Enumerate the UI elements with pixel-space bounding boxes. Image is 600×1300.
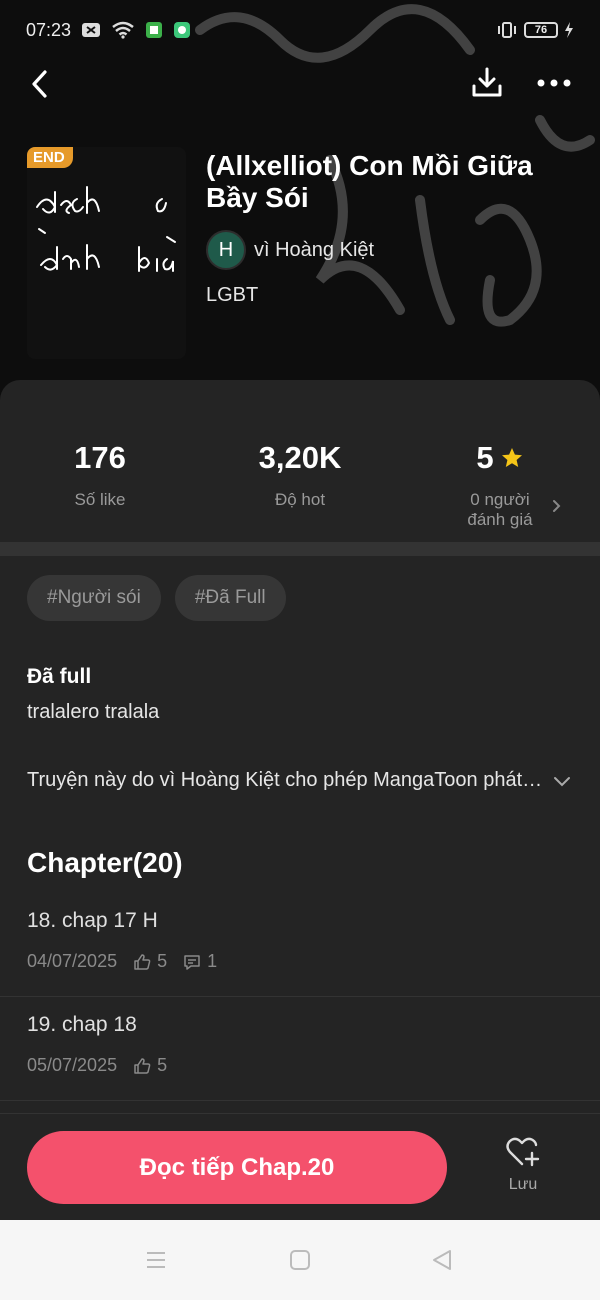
chapter-likes: 5: [157, 951, 168, 971]
tag-list: #Người sói #Đã Full: [27, 575, 286, 621]
chapter-heading: Chapter(20): [27, 847, 183, 878]
status-time: 07:23: [26, 19, 72, 40]
download-icon: [472, 67, 502, 97]
top-navigation: [0, 60, 600, 110]
continue-reading-button[interactable]: Đọc tiếp Chap.20: [27, 1131, 447, 1204]
vibrate-icon: [496, 21, 518, 39]
likes-label: Số like: [74, 490, 126, 509]
more-options-button[interactable]: [534, 64, 574, 102]
section-divider: [0, 542, 600, 556]
chevron-left-icon: [32, 70, 47, 98]
author-row[interactable]: H vì Hoàng Kiệt: [206, 230, 374, 270]
chapter-item[interactable]: 18. chap 17 H 04/07/2025 5 1: [0, 893, 600, 997]
battery-icon: 76: [524, 22, 558, 38]
back-triangle-icon[interactable]: [430, 1248, 454, 1272]
hot-label: Độ hot: [274, 490, 326, 509]
chapter-date: 04/07/2025: [27, 951, 118, 971]
chapter-item[interactable]: 19. chap 18 05/07/2025 5: [0, 997, 600, 1101]
book-genre[interactable]: LGBT: [206, 284, 258, 307]
hot-stat: 3,20K Độ hot: [240, 440, 360, 510]
wifi-icon: [111, 21, 135, 39]
description-text: tralalero tralala: [27, 701, 160, 723]
rating-label-line1: 0 người: [470, 490, 530, 509]
app-notification-icon-2: [173, 21, 191, 39]
handwritten-cover-image: [36, 186, 176, 272]
end-badge: END: [27, 147, 73, 168]
thumbs-up-icon: [134, 953, 151, 970]
comment-icon: [184, 954, 200, 970]
download-button[interactable]: [468, 64, 506, 102]
chapter-comments: 1: [207, 951, 218, 971]
charging-icon: [564, 22, 574, 38]
tag-chip[interactable]: #Đã Full: [174, 575, 286, 621]
thumbs-up-icon: [134, 1057, 151, 1074]
status-bar: 07:23 76: [0, 0, 600, 60]
author-name[interactable]: vì Hoàng Kiệt: [254, 239, 374, 262]
chapter-title: 18. chap 17 H: [27, 909, 158, 932]
rating-stat[interactable]: 5 0 người đánh giá: [440, 440, 560, 530]
likes-stat: 176 Số like: [50, 440, 150, 510]
book-cover[interactable]: END: [27, 147, 186, 359]
description-title: Đã full: [27, 665, 92, 688]
chapter-date: 05/07/2025: [27, 1055, 118, 1075]
chevron-down-icon[interactable]: [552, 774, 572, 790]
chapter-title: 19. chap 18: [27, 1013, 137, 1036]
home-icon[interactable]: [288, 1248, 312, 1272]
hot-value: 3,20K: [258, 440, 342, 475]
chapter-likes: 5: [157, 1055, 168, 1075]
author-avatar[interactable]: H: [206, 230, 246, 270]
bottom-action-bar: Đọc tiếp Chap.20 Lưu: [0, 1113, 600, 1220]
permission-notice[interactable]: Truyện này do vì Hoàng Kiệt cho phép Man…: [27, 769, 547, 792]
notification-icon: [81, 22, 101, 38]
save-button[interactable]: Lưu: [493, 1136, 553, 1206]
stats-row: 176 Số like 3,20K Độ hot 5 0 người đánh …: [0, 380, 600, 540]
system-navigation-bar: [0, 1220, 600, 1300]
heart-plus-icon: [506, 1137, 540, 1167]
more-horizontal-icon: [537, 79, 571, 87]
rating-value: 5: [476, 440, 494, 475]
book-title: (Allxelliot) Con Mồi Giữa Bầy Sói: [206, 150, 533, 213]
likes-value: 176: [74, 440, 126, 475]
save-label: Lưu: [508, 1176, 538, 1193]
rating-label-line2: đánh giá: [467, 510, 533, 529]
chevron-right-icon[interactable]: [550, 496, 564, 516]
back-button[interactable]: [22, 66, 58, 102]
app-notification-icon: [145, 21, 163, 39]
menu-icon[interactable]: [144, 1248, 168, 1272]
star-icon: [501, 448, 522, 467]
tag-chip[interactable]: #Người sói: [27, 575, 161, 621]
